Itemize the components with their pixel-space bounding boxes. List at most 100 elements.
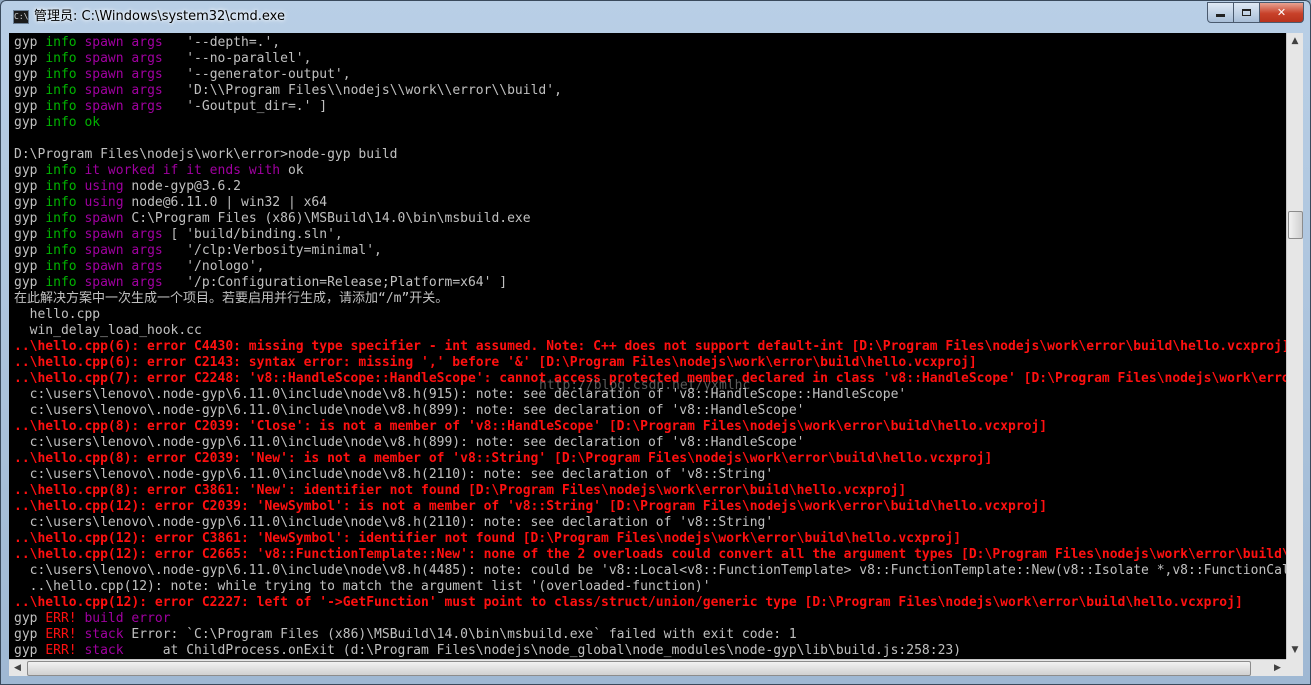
console-text-segment: spawn args: [84, 35, 163, 50]
console-text-segment: gyp: [14, 83, 46, 98]
scroll-up-icon[interactable]: ▲: [1287, 33, 1303, 50]
console-text-segment: ..\hello.cpp(8): error C2039: 'New': is …: [14, 451, 993, 466]
console-text-segment: info: [45, 275, 77, 290]
console-text-segment: '--generator-output',: [162, 67, 351, 82]
console-text-segment: '/clp:Verbosity=minimal',: [162, 243, 382, 258]
console-line: gyp info spawn args '--no-parallel',: [14, 51, 1286, 67]
resize-grip[interactable]: [1286, 659, 1303, 676]
console-text-segment: gyp: [14, 611, 46, 626]
console-text-segment: hello.cpp: [14, 307, 101, 322]
console-text-segment: spawn args: [84, 83, 163, 98]
console-text-segment: gyp: [14, 627, 46, 642]
cmd-icon[interactable]: C:\: [13, 10, 29, 24]
console-text-segment: gyp: [14, 67, 46, 82]
console-line: c:\users\lenovo\.node-gyp\6.11.0\include…: [14, 403, 1286, 419]
console-text-segment: ERR!: [45, 643, 77, 658]
console-text-segment: ..\hello.cpp(12): error C2665: 'v8::Func…: [14, 547, 1286, 562]
console-text-segment: spawn args: [84, 259, 163, 274]
scroll-right-icon[interactable]: ▶: [1269, 660, 1286, 676]
console-text-segment: spawn args: [84, 99, 163, 114]
console-text-segment: node-gyp@3.6.2: [123, 179, 241, 194]
vertical-scroll-thumb[interactable]: [1288, 211, 1303, 239]
maximize-button[interactable]: [1234, 2, 1260, 23]
console-text-segment: c:\users\lenovo\.node-gyp\6.11.0\include…: [14, 387, 907, 402]
console-text-segment: gyp: [14, 243, 46, 258]
console-text-segment: gyp: [14, 195, 46, 210]
maximize-icon: [1242, 9, 1251, 16]
console-text-segment: c:\users\lenovo\.node-gyp\6.11.0\include…: [14, 515, 774, 530]
console-text-segment: ERR!: [45, 627, 77, 642]
vertical-scrollbar[interactable]: ▲ ▼: [1286, 33, 1303, 659]
close-icon: ✕: [1276, 6, 1287, 19]
console-text-segment: info: [45, 35, 77, 50]
horizontal-scrollbar[interactable]: ◀ ▶: [9, 659, 1286, 676]
console-text-segment: spawn args: [84, 275, 163, 290]
console-output[interactable]: gyp info spawn args '--depth=.', gyp info…: [9, 33, 1286, 659]
console-text-segment: gyp: [14, 211, 46, 226]
console-text-segment: info: [45, 51, 77, 66]
console-text-segment: spawn args: [84, 51, 163, 66]
console-text-segment: gyp: [14, 115, 46, 130]
close-button[interactable]: ✕: [1260, 2, 1304, 23]
console-text-segment: '/nologo',: [162, 259, 265, 274]
watermark: http://blog.csdn.net/yxmlhc: [539, 378, 751, 393]
console-line: ..\hello.cpp(12): error C3861: 'NewSymbo…: [14, 531, 1286, 547]
console-line: gyp info spawn args [ 'build/binding.sln…: [14, 227, 1286, 243]
minimize-button[interactable]: [1207, 2, 1234, 23]
console-line: ..\hello.cpp(12): note: while trying to …: [14, 579, 1286, 595]
console-text-segment: [ 'build/binding.sln',: [162, 227, 343, 242]
console-line: gyp info ok: [14, 115, 1286, 131]
minimize-icon: [1216, 14, 1225, 17]
console-text-segment: '-Goutput_dir=.' ]: [162, 99, 328, 114]
console-line: D:\Program Files\nodejs\work\error>node-…: [14, 147, 1286, 163]
console-text-segment: '--no-parallel',: [162, 51, 312, 66]
console-text-segment: node@6.11.0 | win32 | x64: [123, 195, 328, 210]
console-text-segment: spawn args: [84, 227, 163, 242]
console-text-segment: 'D:\\Program Files\\nodejs\\work\\error\…: [162, 83, 562, 98]
window-title: 管理员: C:\Windows\system32\cmd.exe: [34, 9, 285, 24]
title-bar[interactable]: C:\ 管理员: C:\Windows\system32\cmd.exe ✕: [1, 1, 1310, 33]
console-line: ..\hello.cpp(8): error C3861: 'New': ide…: [14, 483, 1286, 499]
console-text-segment: c:\users\lenovo\.node-gyp\6.11.0\include…: [14, 467, 774, 482]
console-text-segment: info: [45, 115, 77, 130]
console-text-segment: it worked if it ends with: [84, 163, 281, 178]
console-line: gyp info spawn args 'D:\\Program Files\\…: [14, 83, 1286, 99]
console-line: gyp info spawn args '--depth=.',: [14, 35, 1286, 51]
console-text-segment: ERR!: [45, 611, 77, 626]
console-text-segment: using: [84, 179, 124, 194]
console-text-segment: C:\Program Files (x86)\MSBuild\14.0\bin\…: [123, 211, 531, 226]
console-text-segment: info: [45, 259, 77, 274]
console-text-segment: gyp: [14, 35, 46, 50]
console-line: gyp ERR! stack at ChildProcess.onExit (d…: [14, 643, 1286, 659]
console-line: gyp info it worked if it ends with ok: [14, 163, 1286, 179]
horizontal-scroll-thumb[interactable]: [27, 661, 1251, 676]
console-text-segment: gyp: [14, 227, 46, 242]
console-text-segment: build error: [84, 611, 171, 626]
console-text-segment: '--depth=.',: [162, 35, 281, 50]
console-text-segment: stack: [84, 627, 124, 642]
scroll-left-icon[interactable]: ◀: [9, 660, 26, 676]
console-text-segment: win_delay_load_hook.cc: [14, 323, 202, 338]
cmd-window: C:\ 管理员: C:\Windows\system32\cmd.exe ✕ g…: [0, 0, 1311, 685]
console-text-segment: ..\hello.cpp(12): note: while trying to …: [14, 579, 711, 594]
console-line: ..\hello.cpp(12): error C2227: left of '…: [14, 595, 1286, 611]
console-line: gyp info spawn args '-Goutput_dir=.' ]: [14, 99, 1286, 115]
console-text-segment: spawn: [84, 211, 124, 226]
console-text-segment: at ChildProcess.onExit (d:\Program Files…: [123, 643, 962, 658]
console-text-segment: gyp: [14, 163, 46, 178]
console-line: gyp info using node-gyp@3.6.2: [14, 179, 1286, 195]
console-text-segment: info: [45, 243, 77, 258]
console-line: ..\hello.cpp(8): error C2039: 'Close': i…: [14, 419, 1286, 435]
console-text-segment: c:\users\lenovo\.node-gyp\6.11.0\include…: [29, 563, 1286, 578]
console-text-segment: ok: [84, 115, 101, 130]
console-text-segment: ..\hello.cpp(12): error C3861: 'NewSymbo…: [14, 531, 962, 546]
console-line: ..\hello.cpp(6): error C2143: syntax err…: [14, 355, 1286, 371]
console-line: ..\hello.cpp(12): error C2039: 'NewSymbo…: [14, 499, 1286, 515]
console-text-segment: gyp: [14, 259, 46, 274]
scroll-down-icon[interactable]: ▼: [1287, 642, 1303, 659]
console-line: gyp ERR! stack Error: `C:\Program Files …: [14, 627, 1286, 643]
console-text-segment: gyp: [14, 51, 46, 66]
console-text-segment: D:\Program Files\nodejs\work\error>node-…: [14, 147, 398, 162]
console-line: gyp info spawn args '--generator-output'…: [14, 67, 1286, 83]
